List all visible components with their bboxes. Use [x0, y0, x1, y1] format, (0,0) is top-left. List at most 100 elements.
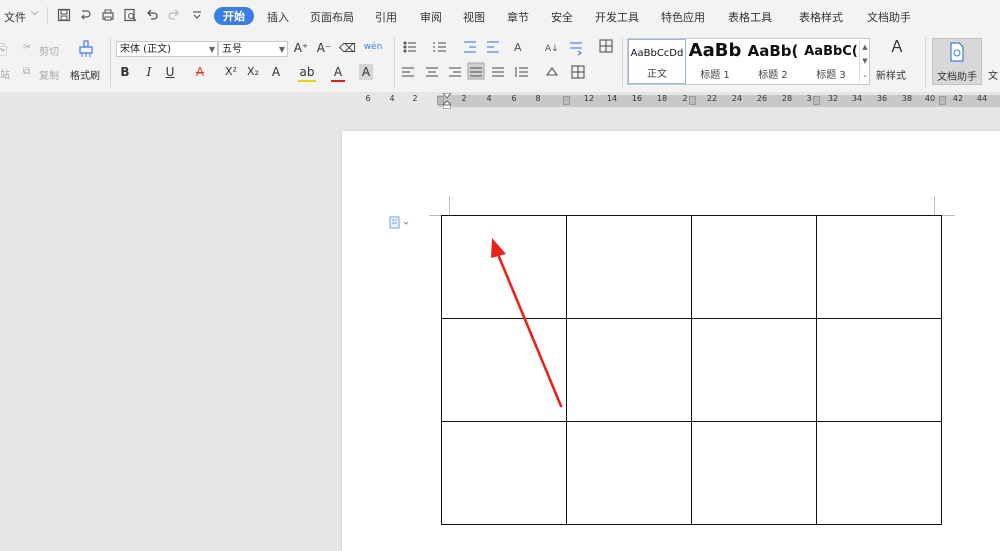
format-painter-button[interactable]: 格式刷 — [70, 67, 100, 82]
table-cell[interactable] — [691, 215, 817, 319]
font-size-select[interactable]: 五号 ▼ — [218, 41, 288, 57]
table-cell[interactable] — [566, 215, 692, 319]
text-effect-button[interactable]: A — [269, 64, 283, 80]
ruler-number: 2 — [461, 94, 467, 103]
paste-label-fragment[interactable]: 站 — [0, 66, 10, 81]
layout-options-icon[interactable] — [389, 216, 411, 230]
tab-home[interactable]: 开始 — [214, 7, 254, 25]
gallery-scroll-icon[interactable]: ▲ ▼ ⌄ — [859, 40, 870, 83]
table-row — [441, 421, 942, 525]
cut-button[interactable]: 剪切 — [39, 43, 59, 58]
highlight-button[interactable]: ab — [298, 64, 316, 82]
table-cell[interactable] — [566, 421, 692, 525]
grow-font-button[interactable]: A⁺ — [293, 40, 309, 56]
tab-table-style[interactable]: 表格样式 — [799, 9, 843, 25]
style-name: 正文 — [647, 69, 667, 80]
styles-gallery: AaBbCcDd 正文 AaBb 标题 1 AaBb( 标题 2 AaBbC( … — [627, 38, 870, 85]
chevron-down-icon[interactable]: ▼ — [279, 42, 285, 58]
style-name: 标题 1 — [700, 70, 730, 81]
table-cell[interactable] — [441, 318, 567, 422]
style-sample: AaBb( — [747, 42, 799, 60]
indent-marker-icon[interactable] — [441, 92, 453, 110]
char-shading-button[interactable]: A — [359, 64, 373, 80]
table-cell[interactable] — [566, 318, 692, 422]
cloud-sync-icon[interactable] — [79, 8, 93, 22]
tab-page-layout[interactable]: 页面布局 — [310, 9, 354, 25]
table-cell[interactable] — [816, 215, 942, 319]
ribbon-overflow-label: 文 — [988, 71, 998, 82]
undo-icon[interactable] — [145, 8, 159, 22]
style-name: 标题 3 — [816, 70, 846, 81]
bold-button[interactable]: B — [118, 64, 132, 80]
svg-text:A: A — [514, 41, 522, 54]
copy-icon[interactable]: ⧉ — [23, 66, 30, 77]
ruler-number: 32 — [827, 94, 839, 103]
tab-references[interactable]: 引用 — [375, 9, 397, 25]
table-cell[interactable] — [816, 318, 942, 422]
table-cell[interactable] — [441, 215, 567, 319]
paste-icon[interactable]: ⎘ — [0, 42, 7, 58]
horizontal-ruler[interactable]: 6 4 2 2 4 6 8 12 14 16 18 2 22 24 26 28 … — [0, 92, 1000, 110]
tab-review[interactable]: 审阅 — [420, 9, 442, 25]
superscript-button[interactable]: X² — [222, 64, 240, 80]
copy-button[interactable]: 复制 — [39, 67, 59, 82]
doc-assistant-button[interactable]: 文档助手 — [932, 38, 982, 85]
tab-security[interactable]: 安全 — [551, 9, 573, 25]
ruler-margin-handle[interactable] — [939, 96, 946, 105]
doc-assistant-icon — [949, 42, 965, 62]
ruler-column-handle[interactable] — [563, 96, 570, 105]
table-cell[interactable] — [441, 421, 567, 525]
divider — [110, 37, 111, 87]
style-heading-2[interactable]: AaBb( 标题 2 — [744, 39, 802, 84]
tab-doc-assistant[interactable]: 文档助手 — [867, 9, 911, 25]
shrink-font-button[interactable]: A⁻ — [316, 40, 332, 56]
ruler-column-handle[interactable] — [813, 96, 820, 105]
ruler-number: 18 — [656, 94, 668, 103]
strikethrough-button[interactable]: A — [193, 64, 207, 80]
divider — [47, 7, 48, 24]
tab-developer[interactable]: 开发工具 — [595, 9, 639, 25]
style-name: 标题 2 — [758, 70, 788, 81]
table-cell[interactable] — [691, 318, 817, 422]
ruler-number: 34 — [851, 94, 863, 103]
table-row — [441, 215, 942, 319]
new-style-icon[interactable]: Ａ — [882, 39, 912, 55]
phonetic-guide-button[interactable]: wén — [362, 39, 384, 55]
chevron-down-icon[interactable]: ⌵ — [31, 7, 39, 18]
tab-view[interactable]: 视图 — [463, 9, 485, 25]
underline-button[interactable]: U — [163, 64, 177, 80]
font-color-button[interactable]: A — [331, 64, 345, 82]
file-menu[interactable]: 文件 — [4, 9, 26, 25]
new-style-button[interactable]: 新样式 — [876, 67, 906, 82]
table-cell[interactable] — [691, 421, 817, 525]
tab-chapter[interactable]: 章节 — [507, 9, 529, 25]
tab-special-apps[interactable]: 特色应用 — [661, 9, 705, 25]
ruler-number: 26 — [756, 94, 768, 103]
ruler-number: 28 — [781, 94, 793, 103]
chevron-down-icon[interactable]: ▼ — [209, 42, 215, 58]
style-sample: AaBb — [688, 40, 742, 61]
customize-icon[interactable] — [190, 8, 204, 22]
italic-button[interactable]: I — [142, 64, 156, 80]
tab-table-tools[interactable]: 表格工具 — [728, 9, 772, 25]
font-name-select[interactable]: 宋体 (正文) ▼ — [116, 41, 218, 57]
table-cell[interactable] — [816, 421, 942, 525]
print-preview-icon[interactable] — [123, 8, 137, 22]
format-painter-icon[interactable] — [77, 39, 95, 59]
clear-format-icon[interactable]: ⌫ — [339, 40, 356, 56]
tab-insert[interactable]: 插入 — [267, 9, 289, 25]
ruler-column-handle[interactable] — [689, 96, 696, 105]
save-icon[interactable] — [57, 8, 71, 22]
style-sample: AaBbCcDd — [630, 48, 684, 59]
document-table[interactable] — [441, 215, 942, 525]
ruler-number: 38 — [901, 94, 913, 103]
ruler-number: 6 — [365, 94, 371, 103]
style-normal[interactable]: AaBbCcDd 正文 — [628, 39, 686, 84]
paragraph-group: A A↓ — [402, 39, 622, 83]
cut-icon[interactable]: ✂ — [23, 42, 31, 53]
subscript-button[interactable]: X₂ — [244, 64, 262, 80]
style-heading-3[interactable]: AaBbC( 标题 3 — [802, 39, 860, 84]
style-heading-1[interactable]: AaBb 标题 1 — [686, 39, 744, 84]
redo-icon[interactable] — [167, 8, 181, 22]
print-icon[interactable] — [101, 8, 115, 22]
